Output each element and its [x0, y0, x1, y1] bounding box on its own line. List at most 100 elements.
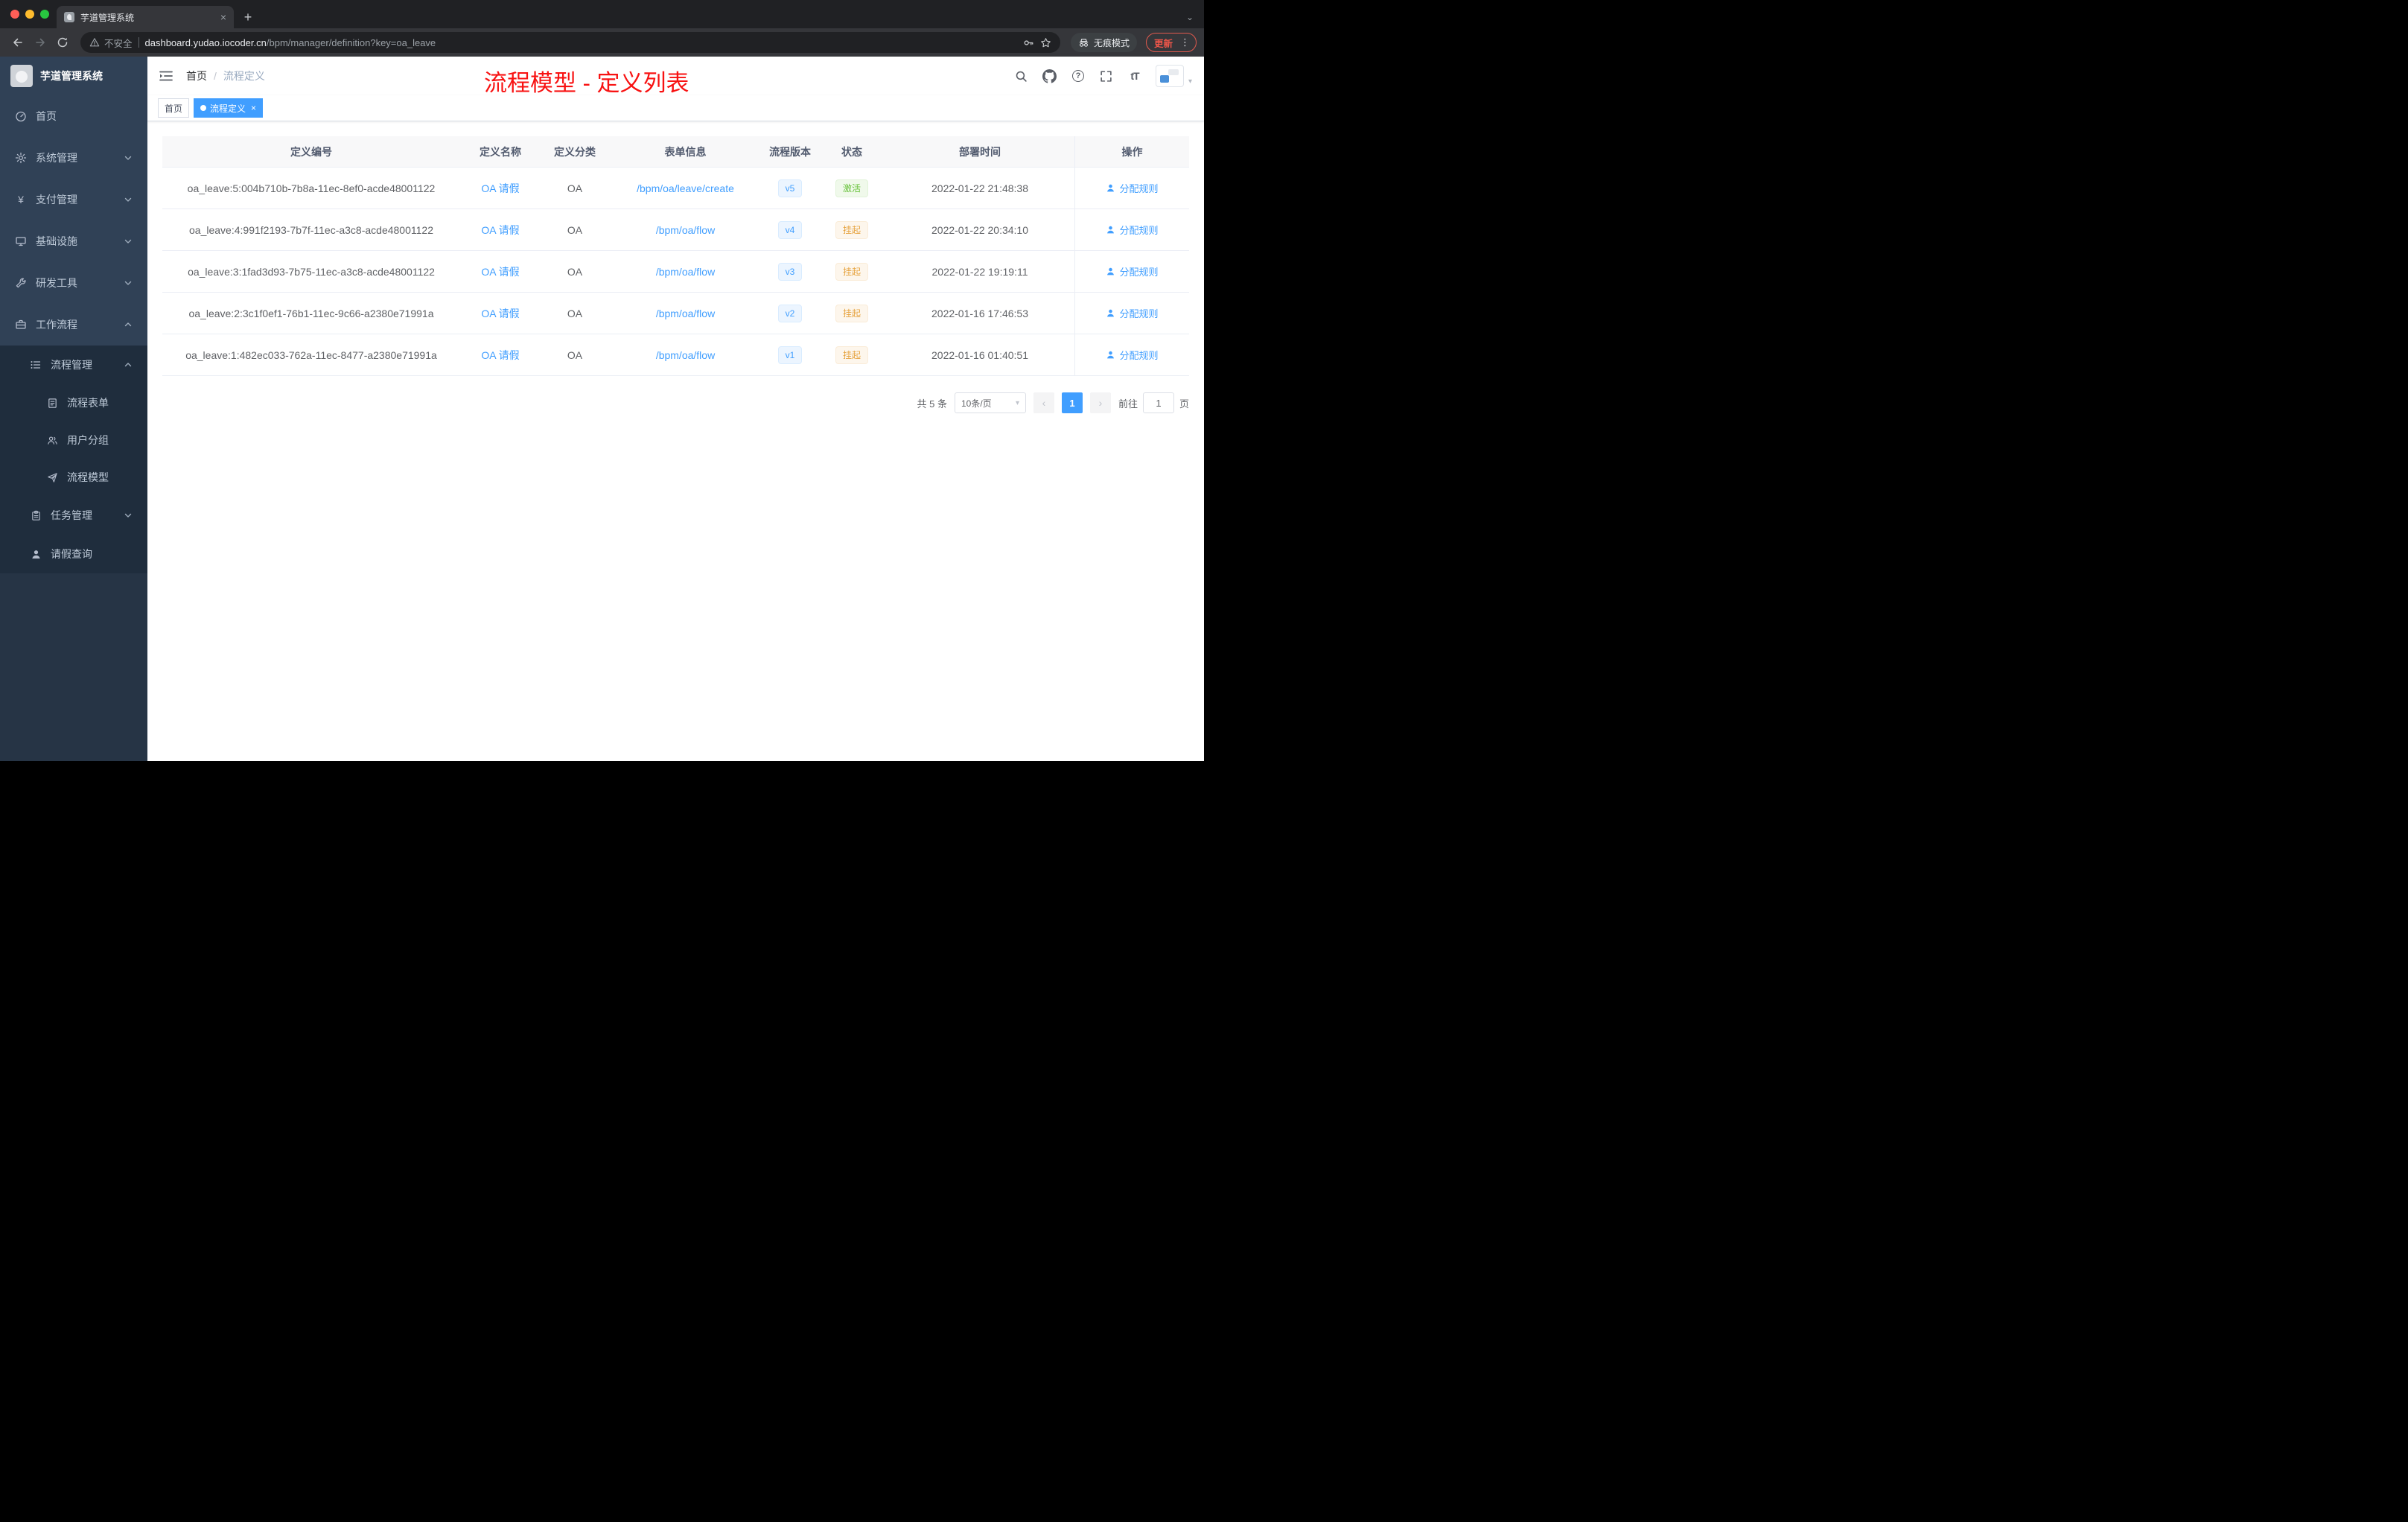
cell-deploy-time: 2022-01-22 21:48:38 [931, 182, 1028, 194]
breadcrumb-separator: / [214, 70, 217, 82]
dashboard-icon [15, 110, 27, 122]
sidebar-item-task-management[interactable]: 任务管理 [0, 496, 147, 535]
new-tab-button[interactable]: + [238, 7, 258, 27]
zoom-window-button[interactable] [40, 10, 49, 19]
cell-definition-id: oa_leave:5:004b710b-7b8a-11ec-8ef0-acde4… [187, 182, 436, 194]
col-header-form: 表单信息 [664, 145, 707, 158]
security-label: 不安全 [104, 38, 133, 49]
form-link[interactable]: /bpm/oa/flow [656, 224, 715, 236]
tag-home[interactable]: 首页 [158, 98, 190, 118]
chevron-down-icon [124, 239, 132, 243]
tool-icon [15, 277, 27, 289]
cell-definition-id: oa_leave:4:991f2193-7b7f-11ec-a3c8-acde4… [189, 223, 433, 236]
form-link[interactable]: /bpm/oa/flow [656, 266, 715, 278]
goto-page-input[interactable] [1142, 392, 1174, 413]
header-actions: ? tT ▾ [1014, 65, 1192, 87]
sidebar-item-process-model[interactable]: 流程模型 [0, 459, 147, 496]
definition-name-link[interactable]: OA 请假 [481, 308, 519, 319]
user-avatar[interactable] [1155, 65, 1184, 87]
search-icon[interactable] [1014, 69, 1029, 83]
bookmark-star-icon[interactable] [1040, 37, 1051, 48]
col-header-version: 流程版本 [769, 145, 811, 158]
assign-rule-link[interactable]: 分配规则 [1106, 306, 1159, 320]
warning-icon [89, 38, 100, 47]
assign-rule-link[interactable]: 分配规则 [1106, 181, 1159, 195]
version-badge: v1 [777, 346, 803, 364]
cell-category: OA [567, 265, 583, 278]
avatar-caret-icon[interactable]: ▾ [1188, 77, 1192, 86]
status-badge: 挂起 [835, 304, 868, 322]
cell-category: OA [567, 307, 583, 319]
breadcrumb-home[interactable]: 首页 [186, 69, 207, 83]
status-badge: 挂起 [835, 346, 868, 364]
reload-button[interactable] [52, 32, 73, 53]
pagination-jumper: 前往 页 [1118, 392, 1189, 413]
tag-close-icon[interactable]: × [251, 104, 256, 112]
status-badge: 挂起 [835, 262, 868, 281]
github-icon[interactable] [1042, 69, 1057, 83]
cell-category: OA [567, 348, 583, 361]
url-text[interactable]: dashboard.yudao.iocoder.cn/bpm/manager/d… [145, 37, 1017, 48]
chevron-down-icon [124, 513, 132, 518]
password-key-icon[interactable] [1023, 37, 1034, 48]
sidebar-item-workflow[interactable]: 工作流程 [0, 304, 147, 346]
security-chip[interactable]: 不安全 [89, 36, 133, 50]
sidebar-item-process-management[interactable]: 流程管理 [0, 346, 147, 384]
users-icon [46, 434, 58, 446]
status-badge: 挂起 [835, 220, 868, 239]
sidebar-item-system[interactable]: 系统管理 [0, 137, 147, 179]
goto-unit: 页 [1179, 398, 1189, 410]
font-size-icon[interactable]: tT [1127, 69, 1142, 83]
minimize-window-button[interactable] [25, 10, 34, 19]
form-link[interactable]: /bpm/oa/flow [656, 308, 715, 319]
address-bar[interactable]: 不安全 dashboard.yudao.iocoder.cn/bpm/manag… [80, 32, 1060, 53]
sidebar-item-infra[interactable]: 基础设施 [0, 220, 147, 262]
forward-button[interactable] [30, 32, 51, 53]
browser-update-button[interactable]: 更新 ⋮ [1145, 33, 1197, 52]
sidebar-item-process-form[interactable]: 流程表单 [0, 384, 147, 421]
tags-view: 首页 流程定义 × [147, 95, 1204, 121]
app-title: 芋道管理系统 [40, 70, 103, 82]
definition-name-link[interactable]: OA 请假 [481, 182, 519, 194]
version-badge: v5 [777, 179, 803, 197]
tag-process-definition[interactable]: 流程定义 × [194, 98, 264, 118]
fullscreen-icon[interactable] [1099, 69, 1114, 83]
browser-tab[interactable]: 芋道管理系统 × [57, 6, 234, 28]
url-path: /bpm/manager/definition?key=oa_leave [266, 36, 436, 48]
sidebar-item-devtools[interactable]: 研发工具 [0, 262, 147, 304]
assign-rule-link[interactable]: 分配规则 [1106, 264, 1159, 278]
help-icon[interactable]: ? [1071, 69, 1086, 83]
incognito-badge: 无痕模式 [1070, 33, 1137, 52]
sidebar-item-user-group[interactable]: 用户分组 [0, 421, 147, 459]
briefcase-icon [15, 319, 27, 331]
tab-search-icon[interactable]: ⌄ [1186, 12, 1194, 22]
sidebar-item-home[interactable]: 首页 [0, 95, 147, 137]
form-link[interactable]: /bpm/oa/flow [656, 349, 715, 361]
prev-page-button[interactable]: ‹ [1033, 392, 1054, 413]
form-link[interactable]: /bpm/oa/leave/create [637, 182, 734, 194]
hamburger-icon[interactable] [159, 69, 174, 83]
back-button[interactable] [7, 32, 28, 53]
next-page-button[interactable]: › [1089, 392, 1111, 413]
sidebar-item-payment[interactable]: ¥ 支付管理 [0, 179, 147, 220]
col-header-deploy-time: 部署时间 [959, 145, 1001, 158]
page-number-button[interactable]: 1 [1061, 392, 1083, 413]
definition-name-link[interactable]: OA 请假 [481, 224, 519, 236]
definition-name-link[interactable]: OA 请假 [481, 349, 519, 361]
omnibox-divider [138, 37, 139, 48]
browser-menu-icon[interactable]: ⋮ [1177, 36, 1193, 48]
tab-close-icon[interactable]: × [220, 12, 226, 22]
status-badge: 激活 [835, 179, 868, 197]
version-badge: v3 [777, 262, 803, 281]
col-header-name: 定义名称 [480, 145, 521, 158]
close-window-button[interactable] [10, 10, 19, 19]
monitor-icon [15, 235, 27, 247]
assign-rule-link[interactable]: 分配规则 [1106, 223, 1159, 237]
col-header-actions: 操作 [1074, 136, 1189, 167]
chevron-up-icon [124, 322, 132, 327]
assign-rule-link[interactable]: 分配规则 [1106, 348, 1159, 362]
tab-title: 芋道管理系统 [80, 12, 135, 23]
definition-name-link[interactable]: OA 请假 [481, 266, 519, 278]
page-size-select[interactable]: 10条/页 ▾ [954, 392, 1026, 413]
sidebar-item-leave-query[interactable]: 请假查询 [0, 535, 147, 573]
